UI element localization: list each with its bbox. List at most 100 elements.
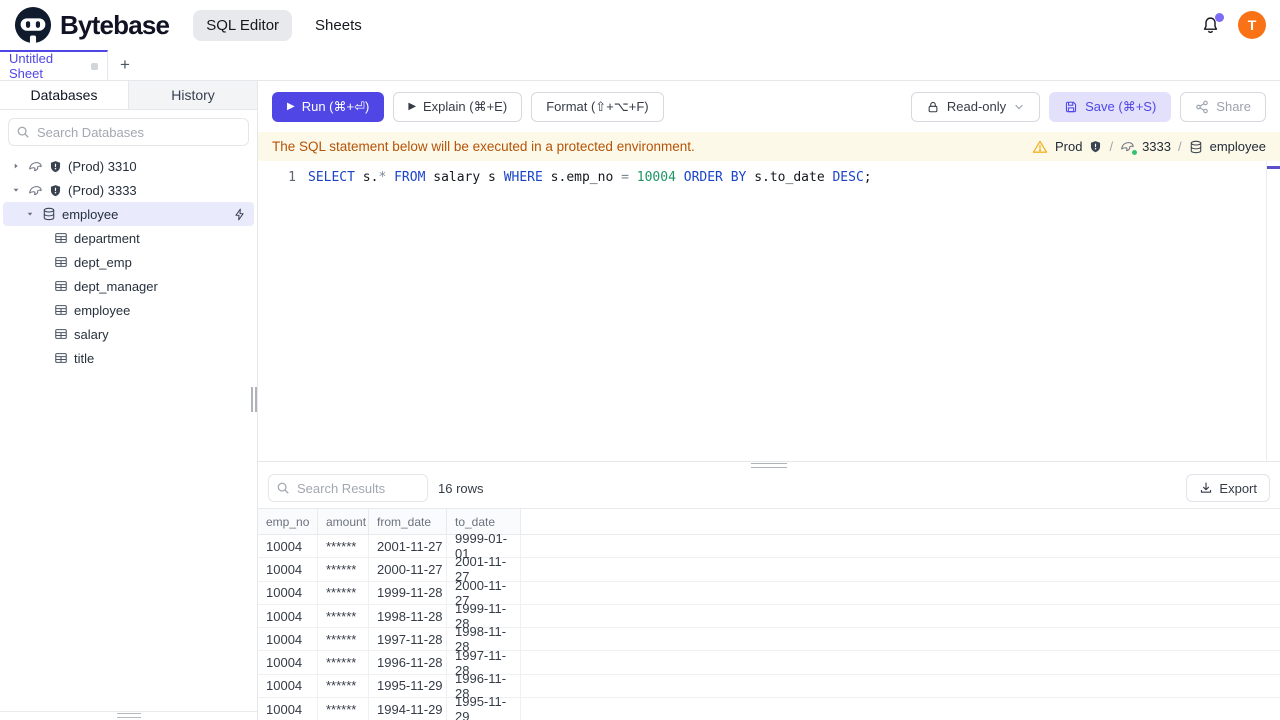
- column-header-amount[interactable]: amount: [318, 509, 369, 534]
- nav-sheets[interactable]: Sheets: [302, 10, 375, 41]
- table-icon: [54, 255, 68, 269]
- caret-right-icon[interactable]: [10, 161, 22, 171]
- shield-icon: [49, 160, 62, 173]
- cell-amount: ******: [318, 535, 369, 558]
- cell-amount: ******: [318, 674, 369, 698]
- nav-sql-editor[interactable]: SQL Editor: [193, 9, 293, 41]
- database-label[interactable]: employee: [1210, 139, 1266, 154]
- environment-label[interactable]: Prod: [1055, 139, 1082, 154]
- cell-emp-no: 10004: [258, 581, 318, 604]
- tab-databases[interactable]: Databases: [0, 81, 129, 109]
- notification-bell-icon[interactable]: [1197, 12, 1224, 39]
- lock-icon: [926, 100, 940, 114]
- main-panel: ▶ Run (⌘+⏎) ▶ Explain (⌘+E) Format (⇧+⌥+…: [258, 81, 1280, 720]
- sidebar-resize-handle[interactable]: [251, 387, 257, 412]
- table-icon: [54, 327, 68, 341]
- results-table: emp_no amount from_date to_date 10004 ******…: [258, 508, 1280, 720]
- results-table-header: emp_no amount from_date to_date: [258, 509, 1280, 535]
- tree-database-employee[interactable]: employee: [3, 202, 254, 226]
- cell-amount: ******: [318, 628, 369, 651]
- panel-divider: [258, 462, 1280, 468]
- column-header-emp-no[interactable]: emp_no: [258, 509, 318, 534]
- panel-resize-handle[interactable]: [751, 463, 787, 468]
- sql-token-keyword: ORDER BY: [683, 170, 747, 185]
- instance-label[interactable]: 3333: [1142, 139, 1171, 154]
- sheet-tab-bar: Untitled Sheet +: [0, 50, 1280, 81]
- share-button[interactable]: Share: [1180, 91, 1266, 122]
- cell-amount: ******: [318, 651, 369, 674]
- download-icon: [1199, 481, 1213, 495]
- editor-scrollbar-mark[interactable]: [1267, 166, 1280, 169]
- user-avatar[interactable]: T: [1238, 11, 1266, 39]
- sql-token-ident: s.: [354, 170, 379, 185]
- database-icon: [1189, 140, 1203, 154]
- table-icon: [54, 303, 68, 317]
- sidebar-bottom-drag-handle[interactable]: [117, 713, 141, 718]
- mysql-icon: [28, 183, 43, 198]
- tree-instance-prod-3310[interactable]: (Prod) 3310: [0, 154, 257, 178]
- sql-token-ident: [629, 170, 637, 185]
- tree-table-salary[interactable]: salary: [0, 322, 257, 346]
- cell-from-date: 2000-11-27: [369, 558, 447, 581]
- column-header-from-date[interactable]: from_date: [369, 509, 447, 534]
- cell-from-date: 1994-11-29: [369, 698, 447, 720]
- tree-table-label: department: [74, 230, 140, 246]
- results-table-body: 10004 ****** 2001-11-27 9999-01-01 10004 ****…: [258, 531, 1280, 720]
- tab-untitled-sheet[interactable]: Untitled Sheet: [0, 50, 108, 81]
- search-results-input[interactable]: [268, 474, 428, 502]
- cell-from-date: 1998-11-28: [369, 604, 447, 628]
- table-row: 10004 ****** 1999-11-28 2000-11-27: [258, 578, 1280, 608]
- cell-amount: ******: [318, 604, 369, 628]
- database-search: [8, 118, 249, 146]
- cell-from-date: 1996-11-28: [369, 651, 447, 674]
- tab-history[interactable]: History: [129, 81, 257, 109]
- format-button[interactable]: Format (⇧+⌥+F): [531, 91, 664, 122]
- readonly-mode-dropdown[interactable]: Read-only: [910, 91, 1041, 122]
- database-tree: (Prod) 3310 (Prod) 3333 employee department…: [0, 154, 257, 370]
- bytebase-logo[interactable]: Bytebase: [14, 6, 170, 44]
- sql-token-keyword: WHERE: [503, 170, 543, 185]
- breadcrumb-separator: /: [1178, 139, 1182, 154]
- run-button[interactable]: ▶ Run (⌘+⏎): [272, 91, 385, 122]
- banner-message: The SQL statement below will be executed…: [272, 139, 695, 154]
- table-icon: [54, 351, 68, 365]
- search-databases-input[interactable]: [8, 118, 249, 146]
- cell-to-date: 1995-11-29: [447, 694, 521, 720]
- tree-table-employee[interactable]: employee: [0, 298, 257, 322]
- export-button[interactable]: Export: [1186, 474, 1270, 502]
- cell-emp-no: 10004: [258, 604, 318, 628]
- explain-button[interactable]: ▶ Explain (⌘+E): [393, 91, 523, 122]
- play-icon: ▶: [408, 101, 417, 112]
- tree-table-label: title: [74, 350, 95, 366]
- sql-token-ident: s.emp_no: [542, 170, 622, 185]
- bytebase-logo-icon: [14, 6, 52, 44]
- mysql-icon: [1120, 139, 1138, 155]
- table-icon: [54, 231, 68, 245]
- cell-emp-no: 10004: [258, 651, 318, 674]
- sql-token-keyword: SELECT: [308, 170, 355, 185]
- sql-token-keyword: DESC: [832, 170, 864, 185]
- cell-emp-no: 10004: [258, 628, 318, 651]
- unsaved-indicator: [91, 62, 98, 70]
- cell-from-date: 2001-11-27: [369, 535, 447, 558]
- add-sheet-button[interactable]: +: [108, 50, 142, 80]
- save-button[interactable]: Save (⌘+S): [1049, 91, 1172, 122]
- tree-instance-prod-3333[interactable]: (Prod) 3333: [0, 178, 257, 202]
- sql-token-number: 10004: [636, 170, 676, 185]
- tree-table-department[interactable]: department: [0, 226, 257, 250]
- tree-table-title[interactable]: title: [0, 346, 257, 370]
- row-count: 16 rows: [438, 480, 484, 496]
- sql-editor[interactable]: 1 SELECT s.* FROM salary s WHERE s.emp_n…: [258, 161, 1280, 462]
- cell-emp-no: 10004: [258, 558, 318, 581]
- share-icon: [1195, 100, 1209, 114]
- caret-down-icon[interactable]: [24, 209, 36, 219]
- shield-icon: [1089, 140, 1102, 153]
- results-search: [268, 474, 428, 502]
- tree-instance-label: (Prod) 3310: [68, 158, 137, 174]
- cell-emp-no: 10004: [258, 674, 318, 698]
- tree-table-dept-manager[interactable]: dept_manager: [0, 274, 257, 298]
- tree-table-dept-emp[interactable]: dept_emp: [0, 250, 257, 274]
- sidebar-bottom-divider: [0, 711, 257, 712]
- bolt-icon[interactable]: [233, 208, 246, 221]
- caret-down-icon[interactable]: [10, 185, 22, 195]
